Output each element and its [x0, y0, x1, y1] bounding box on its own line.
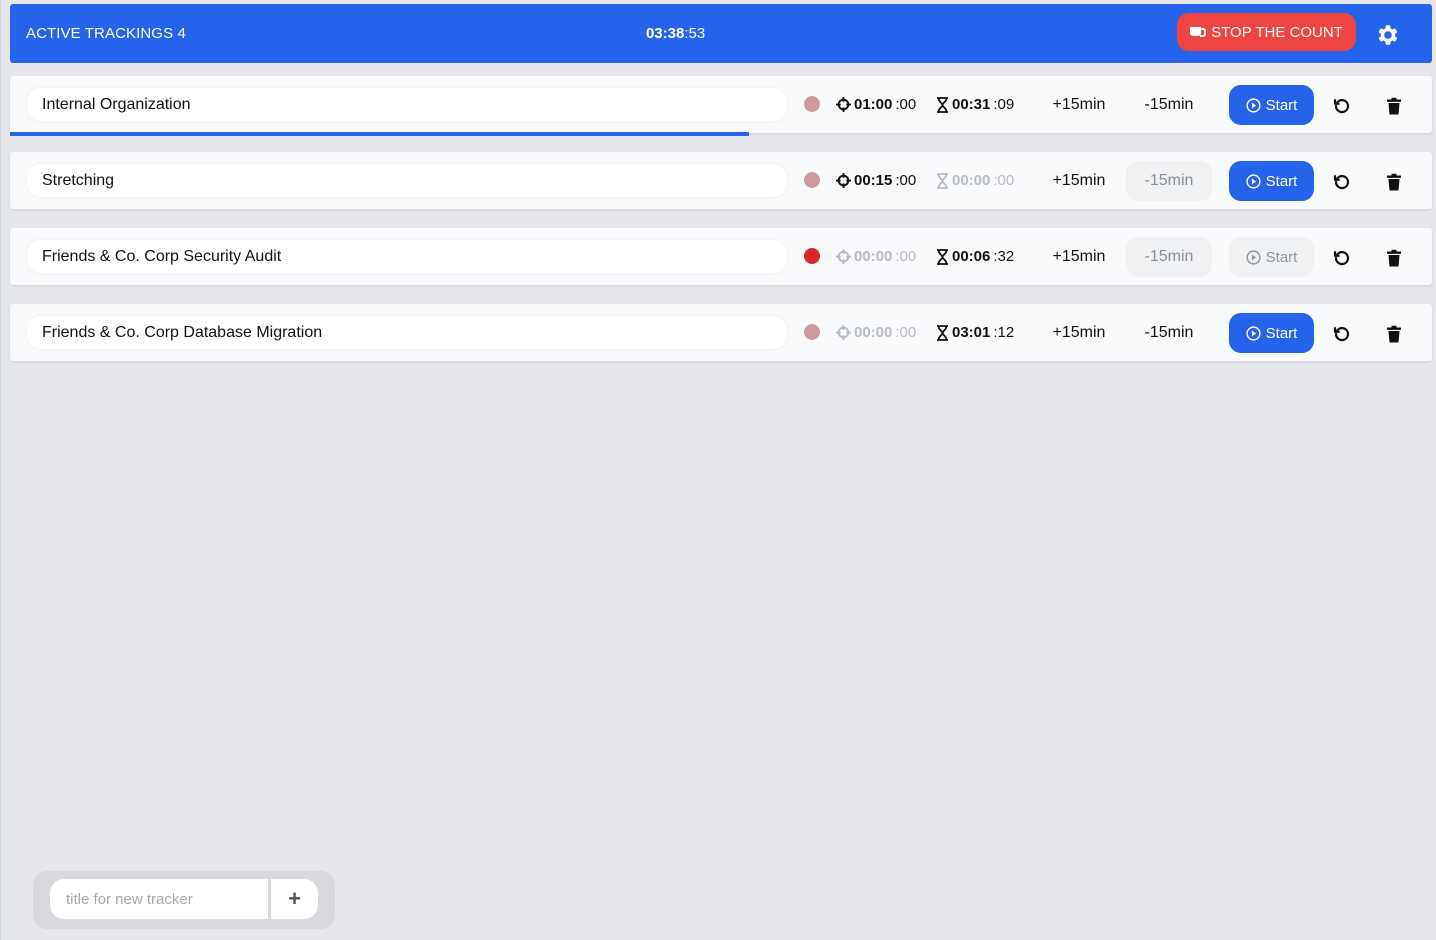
subtract-15min-button[interactable]: -15min — [1126, 313, 1212, 353]
status-dot — [804, 248, 820, 264]
tracker-row: Stretching 00:15 :00 00:00 :00 +15min -1… — [10, 152, 1432, 209]
target-crosshair-icon — [836, 173, 851, 188]
status-dot — [804, 96, 820, 112]
subtract-15min-button[interactable]: -15min — [1126, 85, 1212, 125]
total-time: 03:38:53 — [646, 25, 706, 42]
reset-icon[interactable] — [1332, 248, 1352, 268]
add-15min-button[interactable]: +15min — [1036, 313, 1122, 353]
new-tracker-box: + — [33, 871, 335, 929]
reset-icon[interactable] — [1332, 172, 1352, 192]
play-icon — [1246, 173, 1261, 189]
tracker-row: Friends & Co. Corp Security Audit 00:00 … — [10, 228, 1432, 285]
tracker-title-input[interactable]: Stretching — [27, 164, 787, 197]
add-15min-button[interactable]: +15min — [1036, 237, 1122, 277]
target-time: 00:00 :00 — [836, 228, 916, 285]
target-time: 00:15 :00 — [836, 152, 916, 209]
new-tracker-title-input[interactable] — [50, 879, 268, 919]
start-button[interactable]: Start — [1229, 161, 1314, 201]
active-trackings-label: ACTIVE TRACKINGS 4 — [26, 25, 186, 42]
target-crosshair-icon — [836, 97, 851, 112]
trash-icon[interactable] — [1384, 172, 1404, 192]
tracker-row: Friends & Co. Corp Database Migration 00… — [10, 304, 1432, 361]
hourglass-icon — [937, 324, 948, 341]
reset-icon[interactable] — [1332, 324, 1352, 344]
play-icon — [1246, 325, 1261, 341]
target-time: 00:00 :00 — [836, 304, 916, 361]
stop-the-count-button[interactable]: STOP THE COUNT — [1177, 13, 1356, 51]
subtract-15min-button[interactable]: -15min — [1126, 237, 1212, 277]
target-time: 01:00 :00 — [836, 76, 916, 133]
status-dot — [804, 172, 820, 188]
elapsed-time: 00:06 :32 — [936, 228, 1014, 285]
coffee-cup-icon — [1190, 26, 1207, 38]
trash-icon[interactable] — [1384, 324, 1404, 344]
elapsed-time: 00:00 :00 — [936, 152, 1014, 209]
progress-bar — [10, 132, 750, 136]
start-button[interactable]: Start — [1229, 313, 1314, 353]
elapsed-time: 03:01 :12 — [936, 304, 1014, 361]
add-15min-button[interactable]: +15min — [1036, 161, 1122, 201]
tracker-row: Internal Organization 01:00 :00 00:31 :0… — [10, 76, 1432, 136]
target-crosshair-icon — [836, 249, 851, 264]
gear-icon[interactable] — [1374, 22, 1400, 48]
start-button[interactable]: Start — [1229, 85, 1314, 125]
target-crosshair-icon — [836, 325, 851, 340]
top-bar: ACTIVE TRACKINGS 4 03:38:53 STOP THE COU… — [10, 4, 1432, 63]
trash-icon[interactable] — [1384, 96, 1404, 116]
start-button[interactable]: Start — [1229, 237, 1314, 277]
subtract-15min-button[interactable]: -15min — [1126, 161, 1212, 201]
hourglass-icon — [937, 172, 948, 189]
elapsed-time: 00:31 :09 — [936, 76, 1014, 133]
status-dot — [804, 324, 820, 340]
tracker-title-input[interactable]: Friends & Co. Corp Security Audit — [27, 240, 787, 273]
add-15min-button[interactable]: +15min — [1036, 85, 1122, 125]
reset-icon[interactable] — [1332, 96, 1352, 116]
tracker-title-input[interactable]: Friends & Co. Corp Database Migration — [27, 316, 787, 349]
play-icon — [1246, 97, 1261, 113]
trash-icon[interactable] — [1384, 248, 1404, 268]
hourglass-icon — [937, 96, 948, 113]
add-tracker-button[interactable]: + — [271, 879, 318, 919]
play-icon — [1246, 249, 1261, 265]
hourglass-icon — [937, 248, 948, 265]
tracker-title-input[interactable]: Internal Organization — [27, 88, 787, 121]
